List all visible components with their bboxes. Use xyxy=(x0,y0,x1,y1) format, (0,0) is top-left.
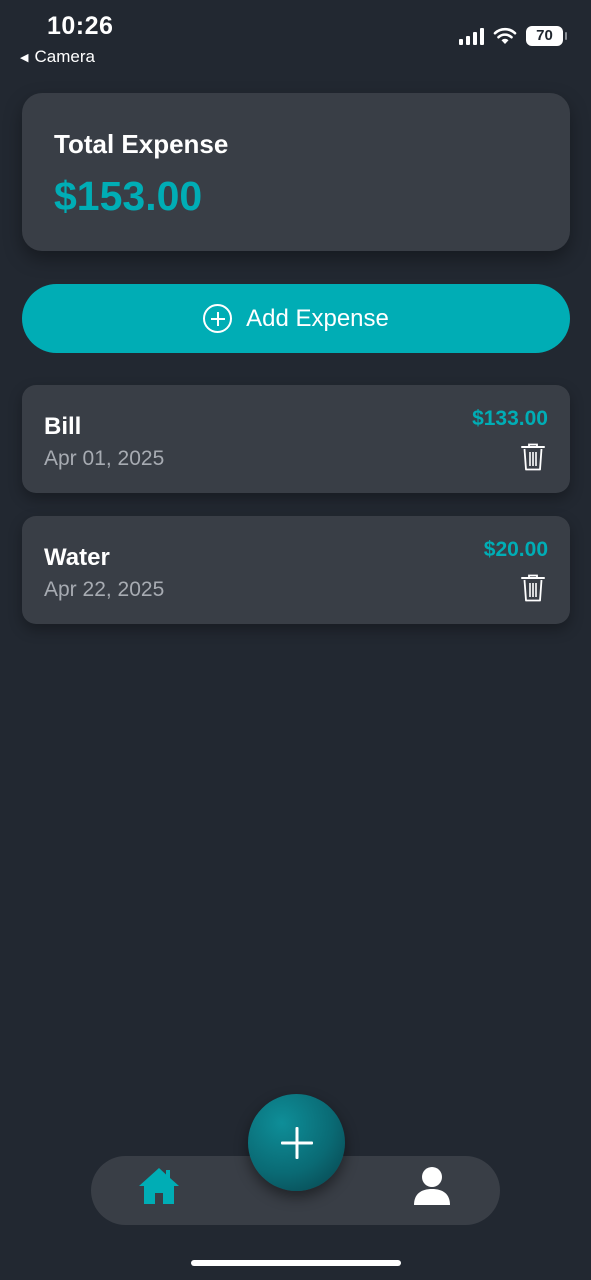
trash-icon[interactable] xyxy=(521,443,545,471)
list-item[interactable]: Bill Apr 01, 2025 $133.00 xyxy=(22,385,570,493)
expense-date: Apr 22, 2025 xyxy=(44,578,165,601)
list-item[interactable]: Water Apr 22, 2025 $20.00 xyxy=(22,516,570,624)
battery-indicator: 70 xyxy=(526,26,567,46)
home-indicator xyxy=(191,1260,401,1266)
total-expense-title: Total Expense xyxy=(54,129,229,159)
total-expense-amount: $153.00 xyxy=(54,173,203,219)
back-arrow-icon: ◀ xyxy=(20,51,29,64)
expense-name: Water xyxy=(44,544,110,571)
status-indicators: 70 xyxy=(459,26,567,46)
expense-screen: 10:26 ◀ Camera 70 Total Expense $153.00 … xyxy=(0,0,591,1280)
back-label: Camera xyxy=(34,47,95,66)
expense-amount: $20.00 xyxy=(483,538,548,561)
expense-date: Apr 01, 2025 xyxy=(44,447,165,470)
user-icon[interactable] xyxy=(413,1166,451,1206)
status-time: 10:26 xyxy=(47,12,114,40)
add-expense-label: Add Expense xyxy=(246,304,389,332)
expense-name: Bill xyxy=(44,413,82,440)
add-expense-button[interactable]: Add Expense xyxy=(22,284,570,353)
back-to-camera[interactable]: ◀ Camera xyxy=(20,47,95,67)
cellular-signal-icon xyxy=(459,27,484,45)
trash-icon[interactable] xyxy=(521,574,545,602)
plus-circle-icon xyxy=(203,304,233,333)
add-fab-button[interactable] xyxy=(248,1094,345,1191)
wifi-icon xyxy=(493,27,517,44)
home-icon[interactable] xyxy=(138,1166,180,1206)
expense-amount: $133.00 xyxy=(472,407,548,430)
total-expense-card: Total Expense $153.00 xyxy=(22,93,570,251)
